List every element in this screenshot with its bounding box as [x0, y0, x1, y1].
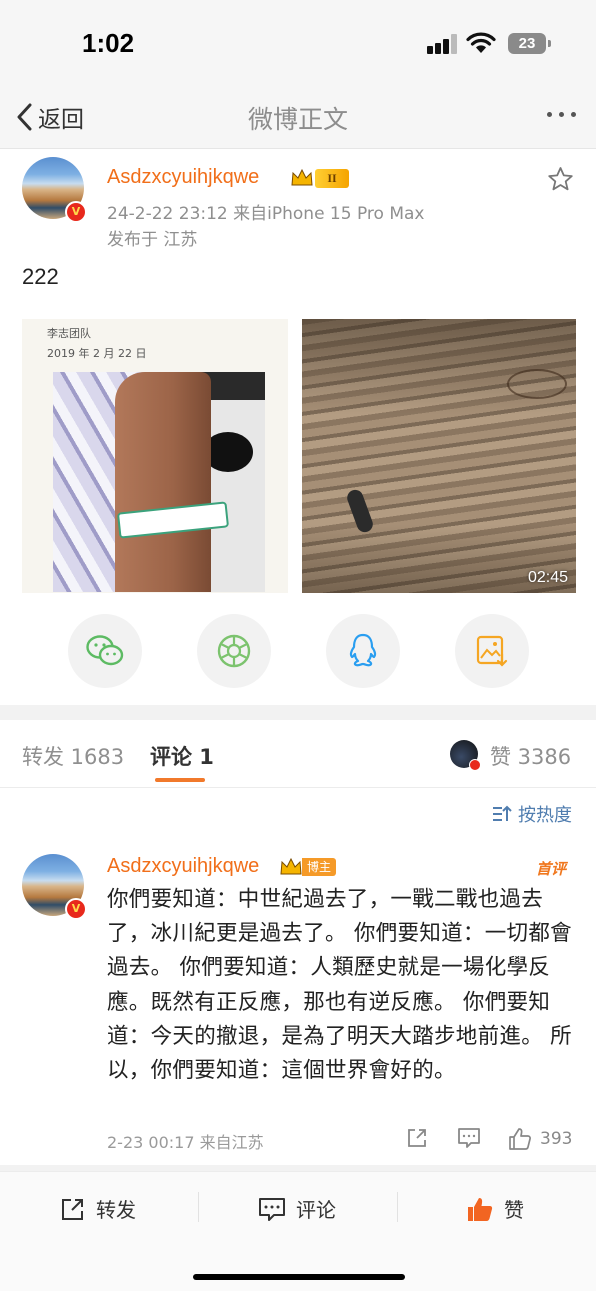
section-divider — [0, 705, 596, 720]
comment-meta: 2-23 00:17 来自江苏 — [107, 1133, 264, 1152]
share-qq-button[interactable] — [326, 614, 400, 688]
post-meta: 24-2-22 23:12 来自iPhone 15 Pro Max — [107, 204, 425, 224]
post-image-1[interactable]: 李志团队 2019 年 2 月 22 日 — [22, 319, 298, 593]
status-bar: 1:02 23 — [0, 0, 596, 92]
crown-icon — [280, 858, 302, 875]
share-moments-button[interactable] — [197, 614, 271, 688]
bottom-repost-label: 转发 — [96, 1198, 136, 1222]
comment-author-name[interactable]: Asdzxcyuihjkqwe — [107, 855, 259, 878]
tab-reposts[interactable]: 转发 1683 — [22, 741, 124, 771]
tabs-border — [0, 787, 596, 788]
bottom-comment-label: 评论 — [296, 1198, 336, 1222]
comment-like-icon[interactable] — [508, 1127, 532, 1151]
nav-bar: 返回 微博正文 — [0, 92, 596, 149]
repost-icon — [62, 1198, 83, 1220]
like-thumb-icon — [468, 1197, 493, 1221]
page-title: 微博正文 — [247, 105, 348, 134]
battery-indicator: 23 — [508, 33, 551, 54]
sort-icon — [493, 805, 512, 821]
post-location: 发布于 江苏 — [107, 230, 198, 250]
post-text: 222 — [22, 264, 59, 289]
wristband-photo — [53, 372, 265, 592]
sort-by-heat-button[interactable]: 按热度 — [492, 801, 572, 827]
comment-text: 你們要知道：中世紀過去了，一戰二戰也過去了，冰川紀更是過去了。 你們要知道：一切… — [107, 887, 572, 1084]
home-indicator — [193, 1274, 405, 1280]
comment-reply-icon[interactable] — [457, 1127, 481, 1149]
tab-likes[interactable]: 赞 3386 — [490, 741, 571, 771]
save-image-icon — [476, 635, 508, 667]
bottom-like-button[interactable]: 赞 — [466, 1194, 524, 1223]
comment-repost-icon[interactable] — [406, 1127, 428, 1149]
liker-avatar — [450, 740, 481, 771]
post-author-name[interactable]: Asdzxcyuihjkqwe — [107, 166, 259, 189]
image-caption-date: 2019 年 2 月 22 日 — [47, 347, 147, 360]
post-video-thumbnail[interactable]: 02:45 — [302, 319, 576, 593]
first-comment-badge: 首评 — [536, 860, 567, 878]
status-time: 1:02 — [82, 28, 135, 58]
bottom-repost-button[interactable]: 转发 — [60, 1194, 136, 1223]
video-duration: 02:45 — [527, 569, 568, 586]
vip-level-badge: II — [315, 169, 349, 188]
verified-badge-icon: V — [65, 201, 87, 223]
cellular-signal-icon — [427, 34, 459, 54]
moments-icon — [217, 634, 251, 668]
bottom-action-bar: 转发 评论 赞 — [0, 1171, 596, 1291]
bottom-like-label: 赞 — [504, 1198, 524, 1222]
qq-icon — [349, 633, 377, 667]
sort-label: 按热度 — [518, 805, 572, 826]
more-options-icon[interactable] — [547, 112, 576, 117]
comment-icon — [259, 1197, 285, 1221]
separator — [397, 1192, 398, 1222]
favorite-star-icon[interactable] — [547, 166, 574, 192]
owner-badge: 博主 — [302, 858, 336, 876]
image-caption-team: 李志团队 — [47, 327, 91, 340]
save-image-button[interactable] — [455, 614, 529, 688]
verified-badge-icon: V — [65, 898, 87, 920]
wifi-icon — [466, 32, 496, 53]
crown-icon — [291, 169, 313, 186]
active-tab-indicator — [155, 778, 205, 782]
separator — [198, 1192, 199, 1222]
share-wechat-button[interactable] — [68, 614, 142, 688]
wechat-icon — [86, 635, 124, 666]
comment-like-count: 393 — [540, 1129, 573, 1149]
tab-comments[interactable]: 评论 1 — [150, 741, 214, 771]
bottom-comment-button[interactable]: 评论 — [258, 1194, 336, 1223]
